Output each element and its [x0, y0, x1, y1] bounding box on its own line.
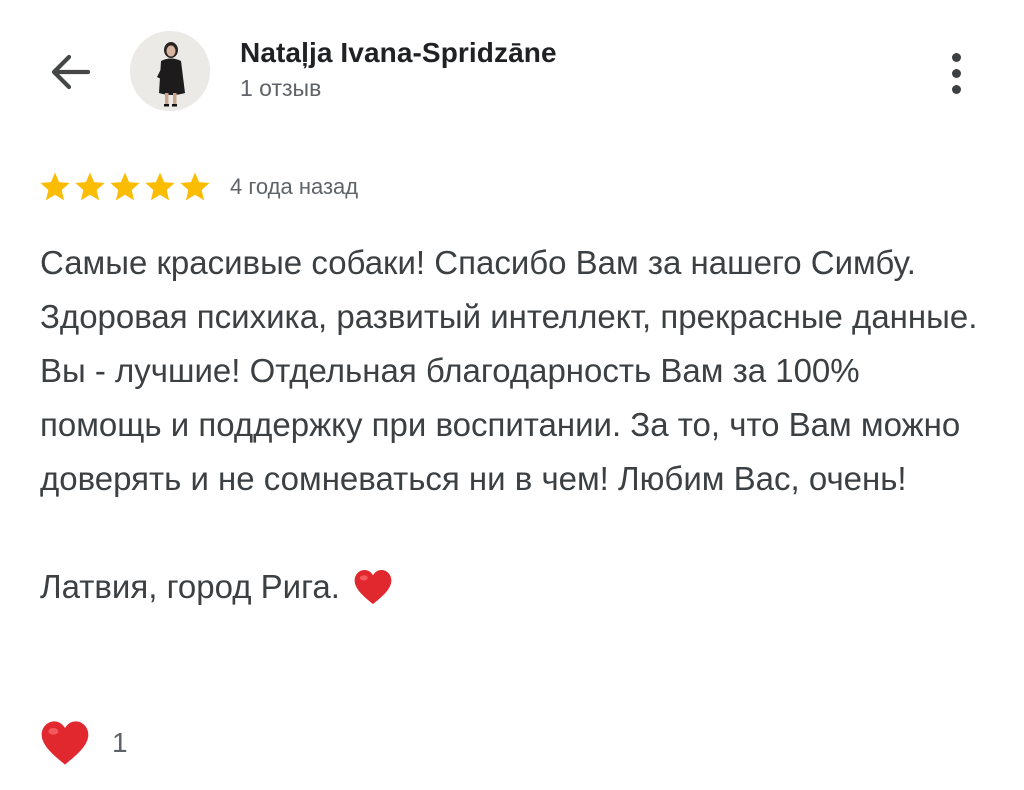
star-icon: [75, 172, 105, 201]
star-icon: [145, 172, 175, 201]
like-count: 1: [112, 727, 128, 758]
review-location: Латвия, город Рига.: [40, 568, 340, 605]
more-vert-icon-dot: [951, 84, 961, 94]
red-heart-emoji: [354, 569, 392, 605]
back-button[interactable]: [40, 46, 100, 98]
review-text: Самые красивые собаки! Спасибо Вам за на…: [40, 244, 978, 497]
author-name[interactable]: Nataļja Ivana-Spridzāne: [240, 36, 557, 70]
more-vert-icon: [951, 52, 961, 62]
star-icon: [110, 172, 140, 201]
review-count: 1 отзыв: [240, 75, 322, 101]
more-vert-icon-dot: [951, 68, 961, 78]
star-rating: [38, 170, 212, 204]
red-heart-icon: [41, 721, 89, 765]
author-info: Nataļja Ivana-Spridzāne 1 отзыв: [240, 36, 557, 103]
like-button[interactable]: 1: [38, 718, 128, 768]
star-icon: [40, 172, 70, 201]
review-date: 4 года назад: [230, 174, 359, 199]
rating-row: 4 года назад: [38, 170, 358, 204]
review-page: Nataļja Ivana-Spridzāne 1 отзыв 4 года н…: [0, 0, 1024, 790]
star-icon: [180, 172, 210, 201]
review-text-block: Самые красивые собаки! Спасибо Вам за на…: [40, 236, 990, 614]
avatar[interactable]: [130, 31, 210, 111]
more-options-button[interactable]: [935, 48, 977, 98]
arrow-left-icon: [51, 54, 91, 90]
review-location-line: Латвия, город Рига.: [40, 560, 990, 614]
profile-photo: [130, 31, 210, 111]
